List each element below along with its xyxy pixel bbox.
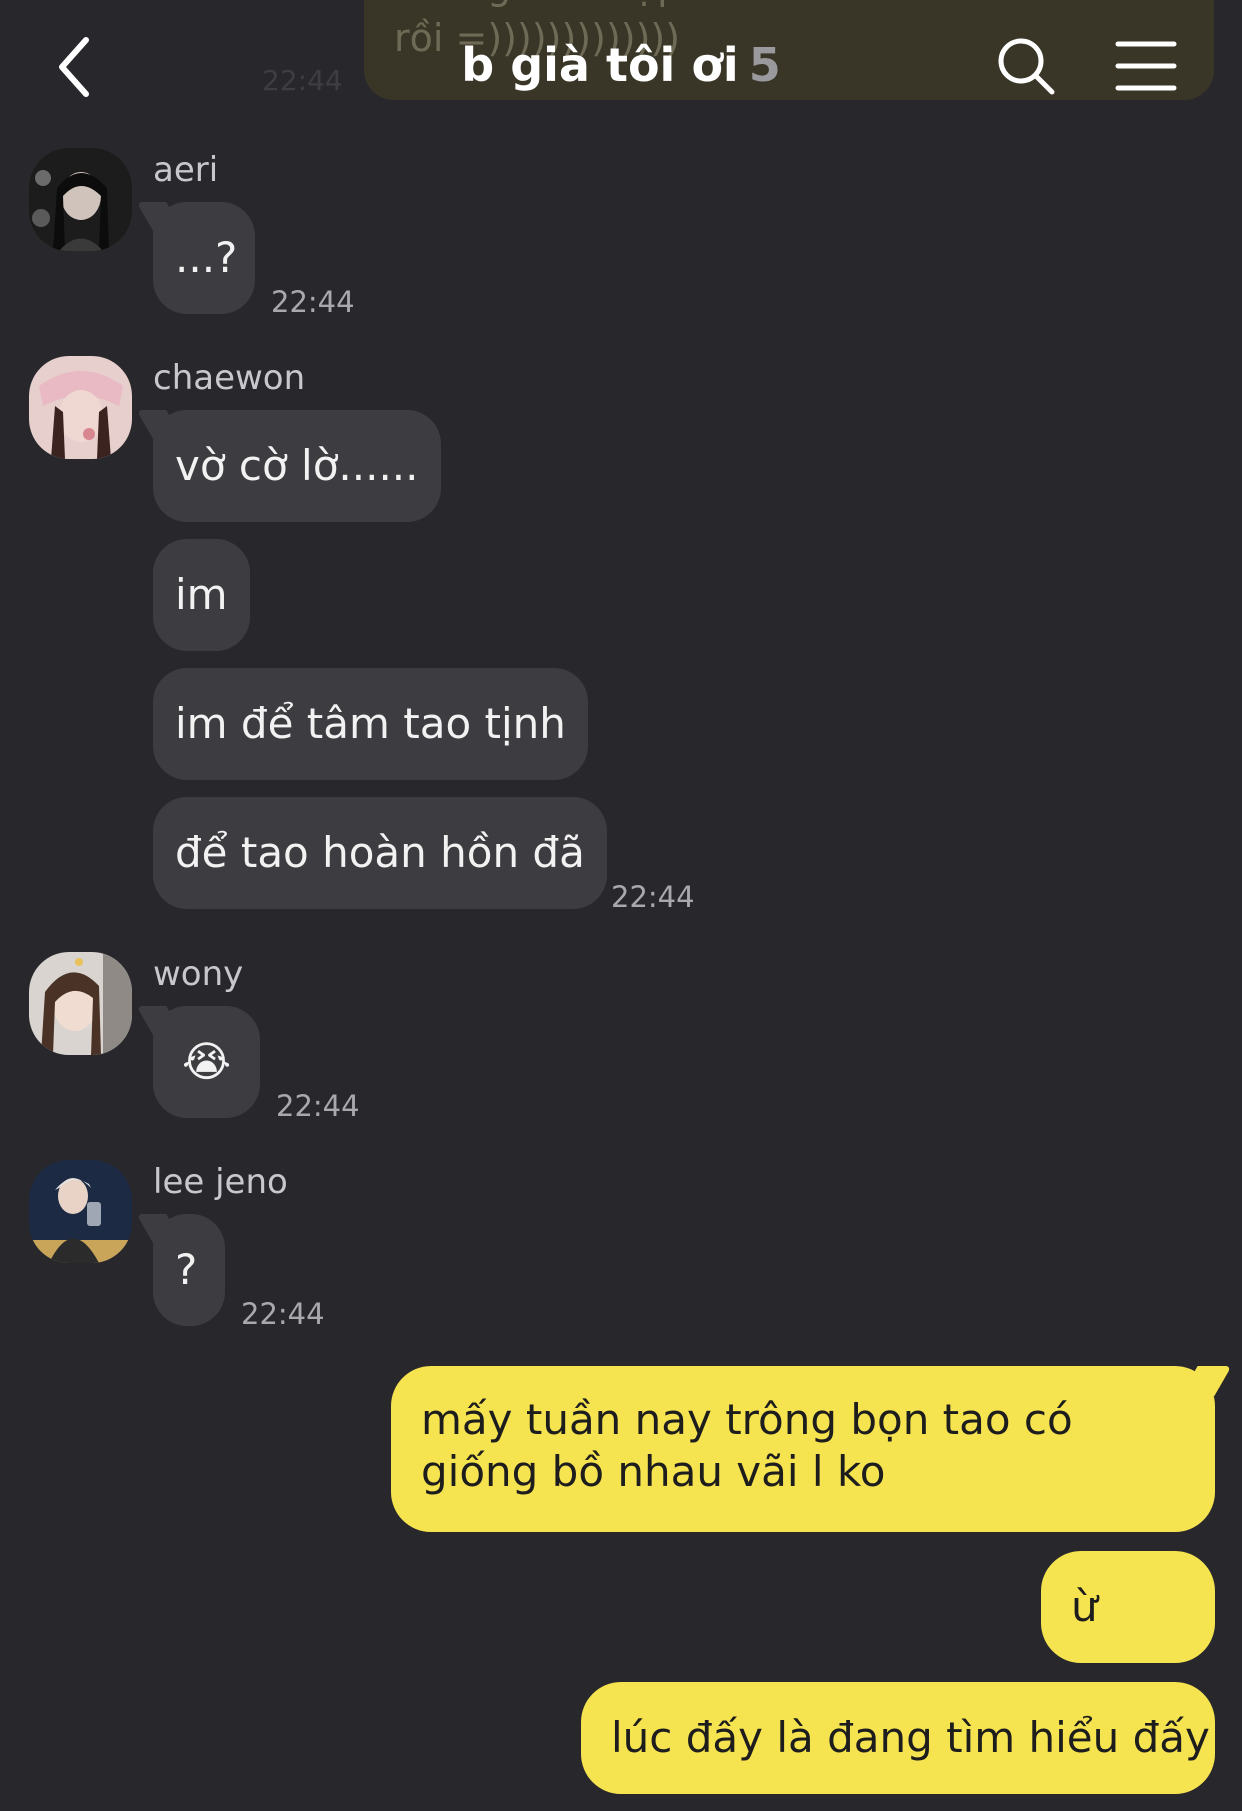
crying-face-emoji: 😭 <box>181 1037 232 1086</box>
chat-header: b già tôi ơi 5 <box>0 0 1242 140</box>
chat-name: b già tôi ơi <box>461 38 739 92</box>
message-text: im để tâm tao tịnh <box>175 699 566 748</box>
message-text: im <box>175 570 228 619</box>
sender-name: aeri <box>153 150 219 190</box>
search-button[interactable] <box>994 34 1058 98</box>
outgoing-message-bubble[interactable]: mấy tuần nay trông bọn tao có giống bồ n… <box>391 1366 1215 1532</box>
message-bubble[interactable]: 😭 <box>153 1006 260 1118</box>
search-icon <box>998 38 1055 95</box>
avatar-aeri[interactable] <box>29 148 132 251</box>
message-text: để tao hoàn hồn đã <box>175 828 585 877</box>
message-bubble[interactable]: vờ cờ lờ...... <box>153 410 441 522</box>
avatar-wony[interactable] <box>29 952 132 1055</box>
outgoing-message-bubble[interactable]: ừ đấy <box>1041 1551 1215 1743</box>
menu-button[interactable] <box>1114 38 1178 94</box>
message-text: lúc đấy là đang tìm hiểu đấy <box>611 1713 1210 1762</box>
message-bubble[interactable]: để tao hoàn hồn đã <box>153 797 607 909</box>
sender-name: lee jeno <box>153 1162 288 1202</box>
message-time: 22:44 <box>276 1089 360 1123</box>
message-text: ? <box>175 1245 198 1294</box>
sender-name: chaewon <box>153 358 306 398</box>
avatar-chaewon[interactable] <box>29 356 132 459</box>
message-bubble[interactable]: im để tâm tao tịnh <box>153 668 588 780</box>
outgoing-message-bubble[interactable]: lúc đấy là đang tìm hiểu đấy <box>581 1682 1215 1794</box>
message-time: 22:44 <box>271 285 355 319</box>
message-bubble[interactable]: ? <box>153 1214 225 1326</box>
sender-name: wony <box>153 954 244 994</box>
message-text: vờ cờ lờ...... <box>175 441 419 490</box>
avatar-lee-jeno[interactable] <box>29 1160 132 1263</box>
message-text: mấy tuần nay trông bọn tao có giống bồ n… <box>421 1395 1073 1496</box>
member-count: 5 <box>748 38 781 92</box>
message-time: 22:44 <box>241 1297 325 1331</box>
hamburger-menu-icon <box>1115 41 1177 91</box>
message-bubble[interactable]: im <box>153 539 250 651</box>
message-text: ...? <box>175 233 238 282</box>
message-time: 22:44 <box>611 880 695 914</box>
message-bubble[interactable]: ...? <box>153 202 255 314</box>
